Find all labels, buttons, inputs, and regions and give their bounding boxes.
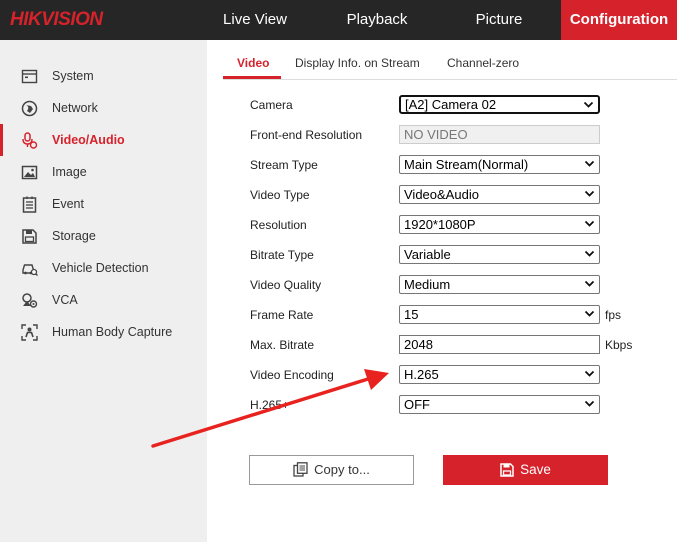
video-audio-icon (22, 132, 38, 149)
resolution-value: 1920*1080P (404, 217, 476, 232)
frame-rate-select[interactable]: 15 (399, 305, 600, 324)
nav-playback[interactable]: Playback (327, 0, 427, 40)
video-encoding-value: H.265 (404, 367, 439, 382)
h265-plus-label: H.265+ (250, 398, 290, 412)
chevron-down-icon (583, 101, 594, 108)
copy-to-button[interactable]: Copy to... (249, 455, 414, 485)
chevron-down-icon (584, 370, 595, 377)
sidebar-item-label: Network (52, 101, 98, 115)
sidebar-item-label: Image (52, 165, 87, 179)
video-type-label: Video Type (250, 188, 310, 202)
max-bitrate-unit: Kbps (605, 338, 633, 352)
tab-display-info-on-stream[interactable]: Display Info. on Stream (295, 56, 420, 80)
chevron-down-icon (584, 190, 595, 197)
nav-configuration[interactable]: Configuration (561, 0, 677, 40)
sidebar-item-label: VCA (52, 293, 78, 307)
tab-divider (223, 79, 677, 80)
sidebar-item-video-audio[interactable]: Video/Audio (0, 124, 207, 156)
bitrate-type-value: Variable (404, 247, 451, 262)
sidebar-item-label: Event (52, 197, 84, 211)
h265-plus-select[interactable]: OFF (399, 395, 600, 414)
frame-rate-unit: fps (605, 308, 622, 322)
sidebar-item-label: Human Body Capture (52, 325, 173, 339)
bitrate-type-select[interactable]: Variable (399, 245, 600, 264)
max-bitrate-input[interactable]: 2048 (399, 335, 600, 354)
save-icon (500, 463, 514, 477)
sidebar-item-vca[interactable]: VCA (0, 284, 207, 316)
stream-type-label: Stream Type (250, 158, 318, 172)
tab-channel-zero[interactable]: Channel-zero (447, 56, 519, 80)
sidebar-item-system[interactable]: System (0, 60, 207, 92)
sidebar-item-label: System (52, 69, 94, 83)
video-type-value: Video&Audio (404, 187, 479, 202)
copy-to-label: Copy to... (314, 462, 370, 477)
frontend-resolution-field: NO VIDEO (399, 125, 600, 144)
sidebar-item-label: Storage (52, 229, 96, 243)
stream-type-value: Main Stream(Normal) (404, 157, 529, 172)
frame-rate-label: Frame Rate (250, 308, 314, 322)
sidebar-item-label: Vehicle Detection (52, 261, 149, 275)
video-encoding-label: Video Encoding (250, 368, 334, 382)
save-button[interactable]: Save (443, 455, 608, 485)
camera-select[interactable]: [A2] Camera 02 (399, 95, 600, 114)
image-icon (21, 165, 38, 180)
video-quality-label: Video Quality (250, 278, 322, 292)
chevron-down-icon (584, 250, 595, 257)
nav-live-view[interactable]: Live View (205, 0, 305, 40)
human-body-icon (21, 324, 38, 341)
sidebar-item-human-body-capture[interactable]: Human Body Capture (0, 316, 207, 348)
resolution-select[interactable]: 1920*1080P (399, 215, 600, 234)
frontend-resolution-label: Front-end Resolution (250, 128, 363, 142)
chevron-down-icon (584, 310, 595, 317)
copy-icon (293, 462, 308, 477)
video-quality-select[interactable]: Medium (399, 275, 600, 294)
save-label: Save (520, 462, 551, 477)
top-navigation-bar: HIKVISION Live View Playback Picture Con… (0, 0, 677, 40)
video-type-select[interactable]: Video&Audio (399, 185, 600, 204)
bitrate-type-label: Bitrate Type (250, 248, 314, 262)
resolution-label: Resolution (250, 218, 307, 232)
max-bitrate-label: Max. Bitrate (250, 338, 315, 352)
video-quality-value: Medium (404, 277, 451, 292)
event-icon (22, 196, 37, 213)
chevron-down-icon (584, 160, 595, 167)
sidebar: System Network Video/Audio Image Event S… (0, 40, 207, 542)
chevron-down-icon (584, 280, 595, 287)
system-icon (21, 69, 38, 84)
vehicle-detection-icon (22, 264, 38, 276)
stream-type-select[interactable]: Main Stream(Normal) (399, 155, 600, 174)
video-encoding-select[interactable]: H.265 (399, 365, 600, 384)
sidebar-item-image[interactable]: Image (0, 156, 207, 188)
chevron-down-icon (584, 220, 595, 227)
h265-plus-value: OFF (404, 397, 430, 412)
storage-icon (22, 229, 37, 244)
frame-rate-value: 15 (404, 307, 419, 322)
network-icon (21, 100, 38, 117)
hikvision-logo: HIKVISION (10, 9, 103, 30)
camera-label: Camera (250, 98, 293, 112)
main-content: Video Display Info. on Stream Channel-ze… (207, 40, 677, 542)
sidebar-item-storage[interactable]: Storage (0, 220, 207, 252)
sidebar-item-event[interactable]: Event (0, 188, 207, 220)
sidebar-item-network[interactable]: Network (0, 92, 207, 124)
nav-picture[interactable]: Picture (449, 0, 549, 40)
camera-value: [A2] Camera 02 (405, 97, 497, 112)
sidebar-item-label: Video/Audio (52, 133, 125, 147)
vca-icon (22, 293, 38, 308)
chevron-down-icon (584, 400, 595, 407)
sidebar-item-vehicle-detection[interactable]: Vehicle Detection (0, 252, 207, 284)
